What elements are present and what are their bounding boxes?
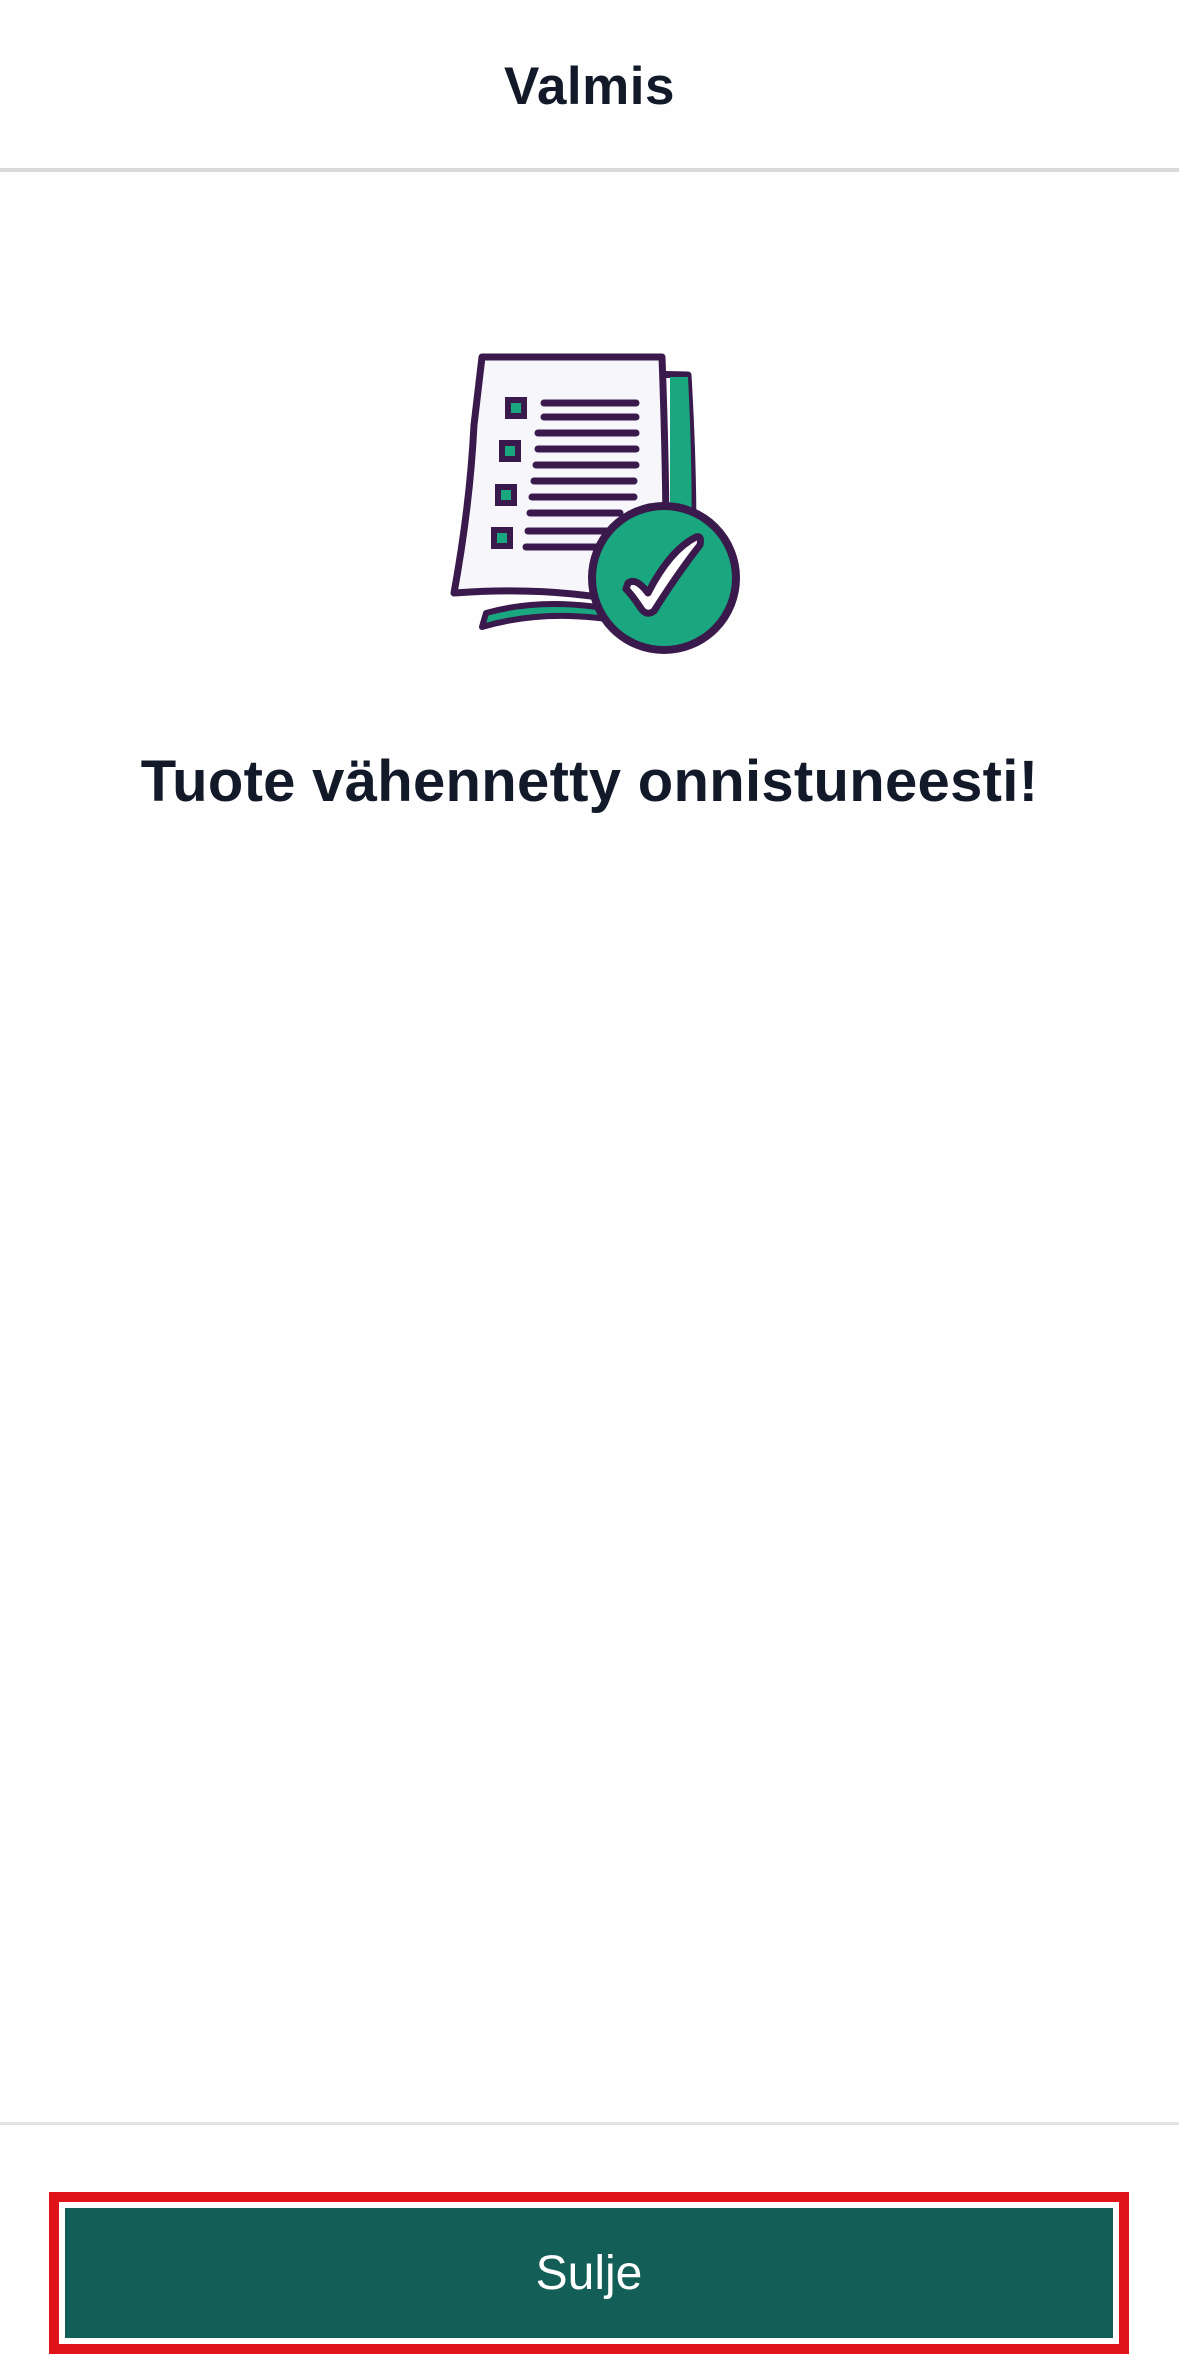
top-bar: Valmis: [0, 0, 1179, 172]
checklist-document-check-icon: [440, 345, 750, 665]
close-button[interactable]: Sulje: [65, 2208, 1113, 2338]
footer-divider: [0, 2122, 1179, 2125]
success-screen: Valmis Tuote vähennetty onnistuneesti! S…: [0, 0, 1179, 2369]
close-button-highlight: Sulje: [49, 2192, 1129, 2354]
success-message: Tuote vähennetty onnistuneesti!: [140, 749, 1039, 814]
page-title: Valmis: [504, 56, 675, 116]
